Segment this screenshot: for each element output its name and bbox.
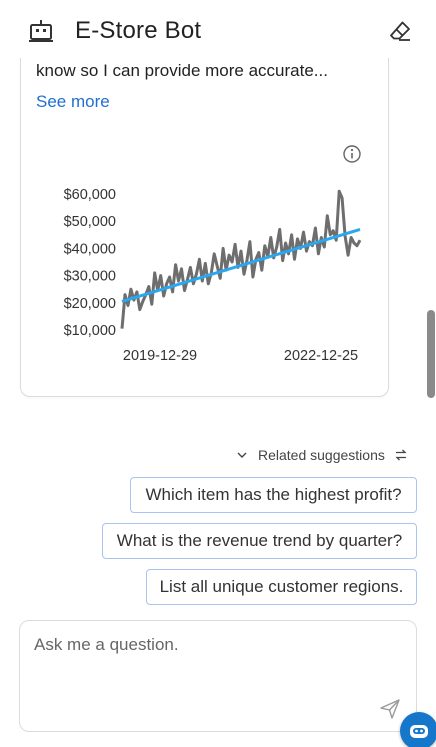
y-tick-label: $30,000 (64, 269, 116, 285)
see-more-link[interactable]: See more (36, 92, 110, 112)
message-text: know so I can provide more accurate... (36, 61, 328, 80)
y-tick-label: $40,000 (64, 241, 116, 257)
scrollbar-thumb[interactable] (427, 310, 435, 398)
x-tick-label: 2019-12-29 (123, 348, 197, 364)
x-tick-label: 2022-12-25 (284, 348, 358, 364)
question-input[interactable] (34, 635, 364, 715)
eraser-icon[interactable] (388, 19, 412, 43)
app-title: E-Store Bot (75, 17, 202, 44)
related-suggestions-label: Related suggestions (258, 447, 385, 463)
bot-launcher-button[interactable] (400, 712, 436, 747)
data-series-line (120, 189, 362, 329)
app-header: E-Store Bot (0, 0, 436, 58)
suggestion-chip[interactable]: What is the revenue trend by quarter? (102, 523, 417, 559)
question-input-box[interactable] (19, 620, 417, 732)
info-icon[interactable] (342, 144, 362, 164)
trend-line (121, 227, 361, 303)
chevron-down-icon (237, 452, 247, 458)
related-suggestions-toggle[interactable]: Related suggestions (236, 446, 408, 464)
suggestion-chip[interactable]: List all unique customer regions. (146, 569, 417, 605)
swap-icon[interactable] (394, 448, 408, 462)
y-tick-label: $20,000 (64, 296, 116, 312)
y-tick-label: $10,000 (64, 323, 116, 339)
bot-launcher-icon (410, 725, 428, 738)
revenue-line-chart: $60,000 $50,000 $40,000 $30,000 $20,000 $10,0… (64, 187, 362, 364)
y-tick-label: $50,000 (64, 214, 116, 230)
send-icon[interactable] (379, 698, 401, 720)
robot-icon (29, 20, 53, 42)
suggestion-chip[interactable]: Which item has the highest profit? (130, 477, 417, 513)
scrollbar-track[interactable] (426, 58, 436, 747)
y-tick-label: $60,000 (64, 187, 116, 203)
